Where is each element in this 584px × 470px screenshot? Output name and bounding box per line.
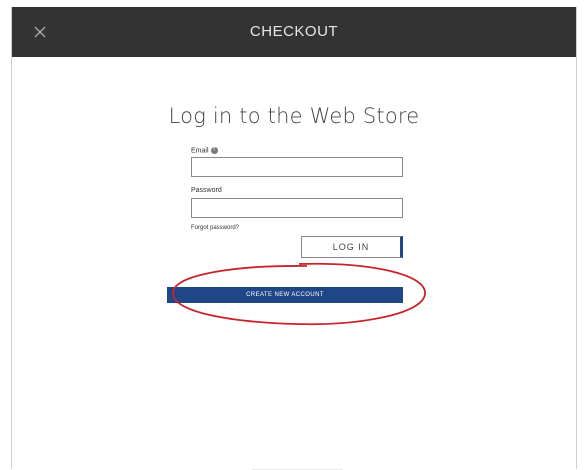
help-icon[interactable]: ?: [210, 147, 218, 154]
login-heading: Log in to the Web Store: [168, 104, 420, 128]
checkout-title: CHECKOUT: [249, 23, 339, 40]
login-button[interactable]: LOG IN: [301, 236, 403, 258]
forgot-password-link[interactable]: Forgot password?: [191, 225, 239, 231]
checkout-dialog: CHECKOUT Log in to the Web Store Email? …: [11, 7, 577, 470]
checkout-header: CHECKOUT: [12, 7, 576, 57]
email-field[interactable]: [191, 157, 403, 177]
email-label-row: Email?: [191, 147, 218, 154]
password-label: Password: [191, 187, 222, 194]
highlight-annotation: [172, 262, 426, 326]
password-field[interactable]: [191, 198, 403, 218]
email-label: Email: [191, 147, 209, 155]
